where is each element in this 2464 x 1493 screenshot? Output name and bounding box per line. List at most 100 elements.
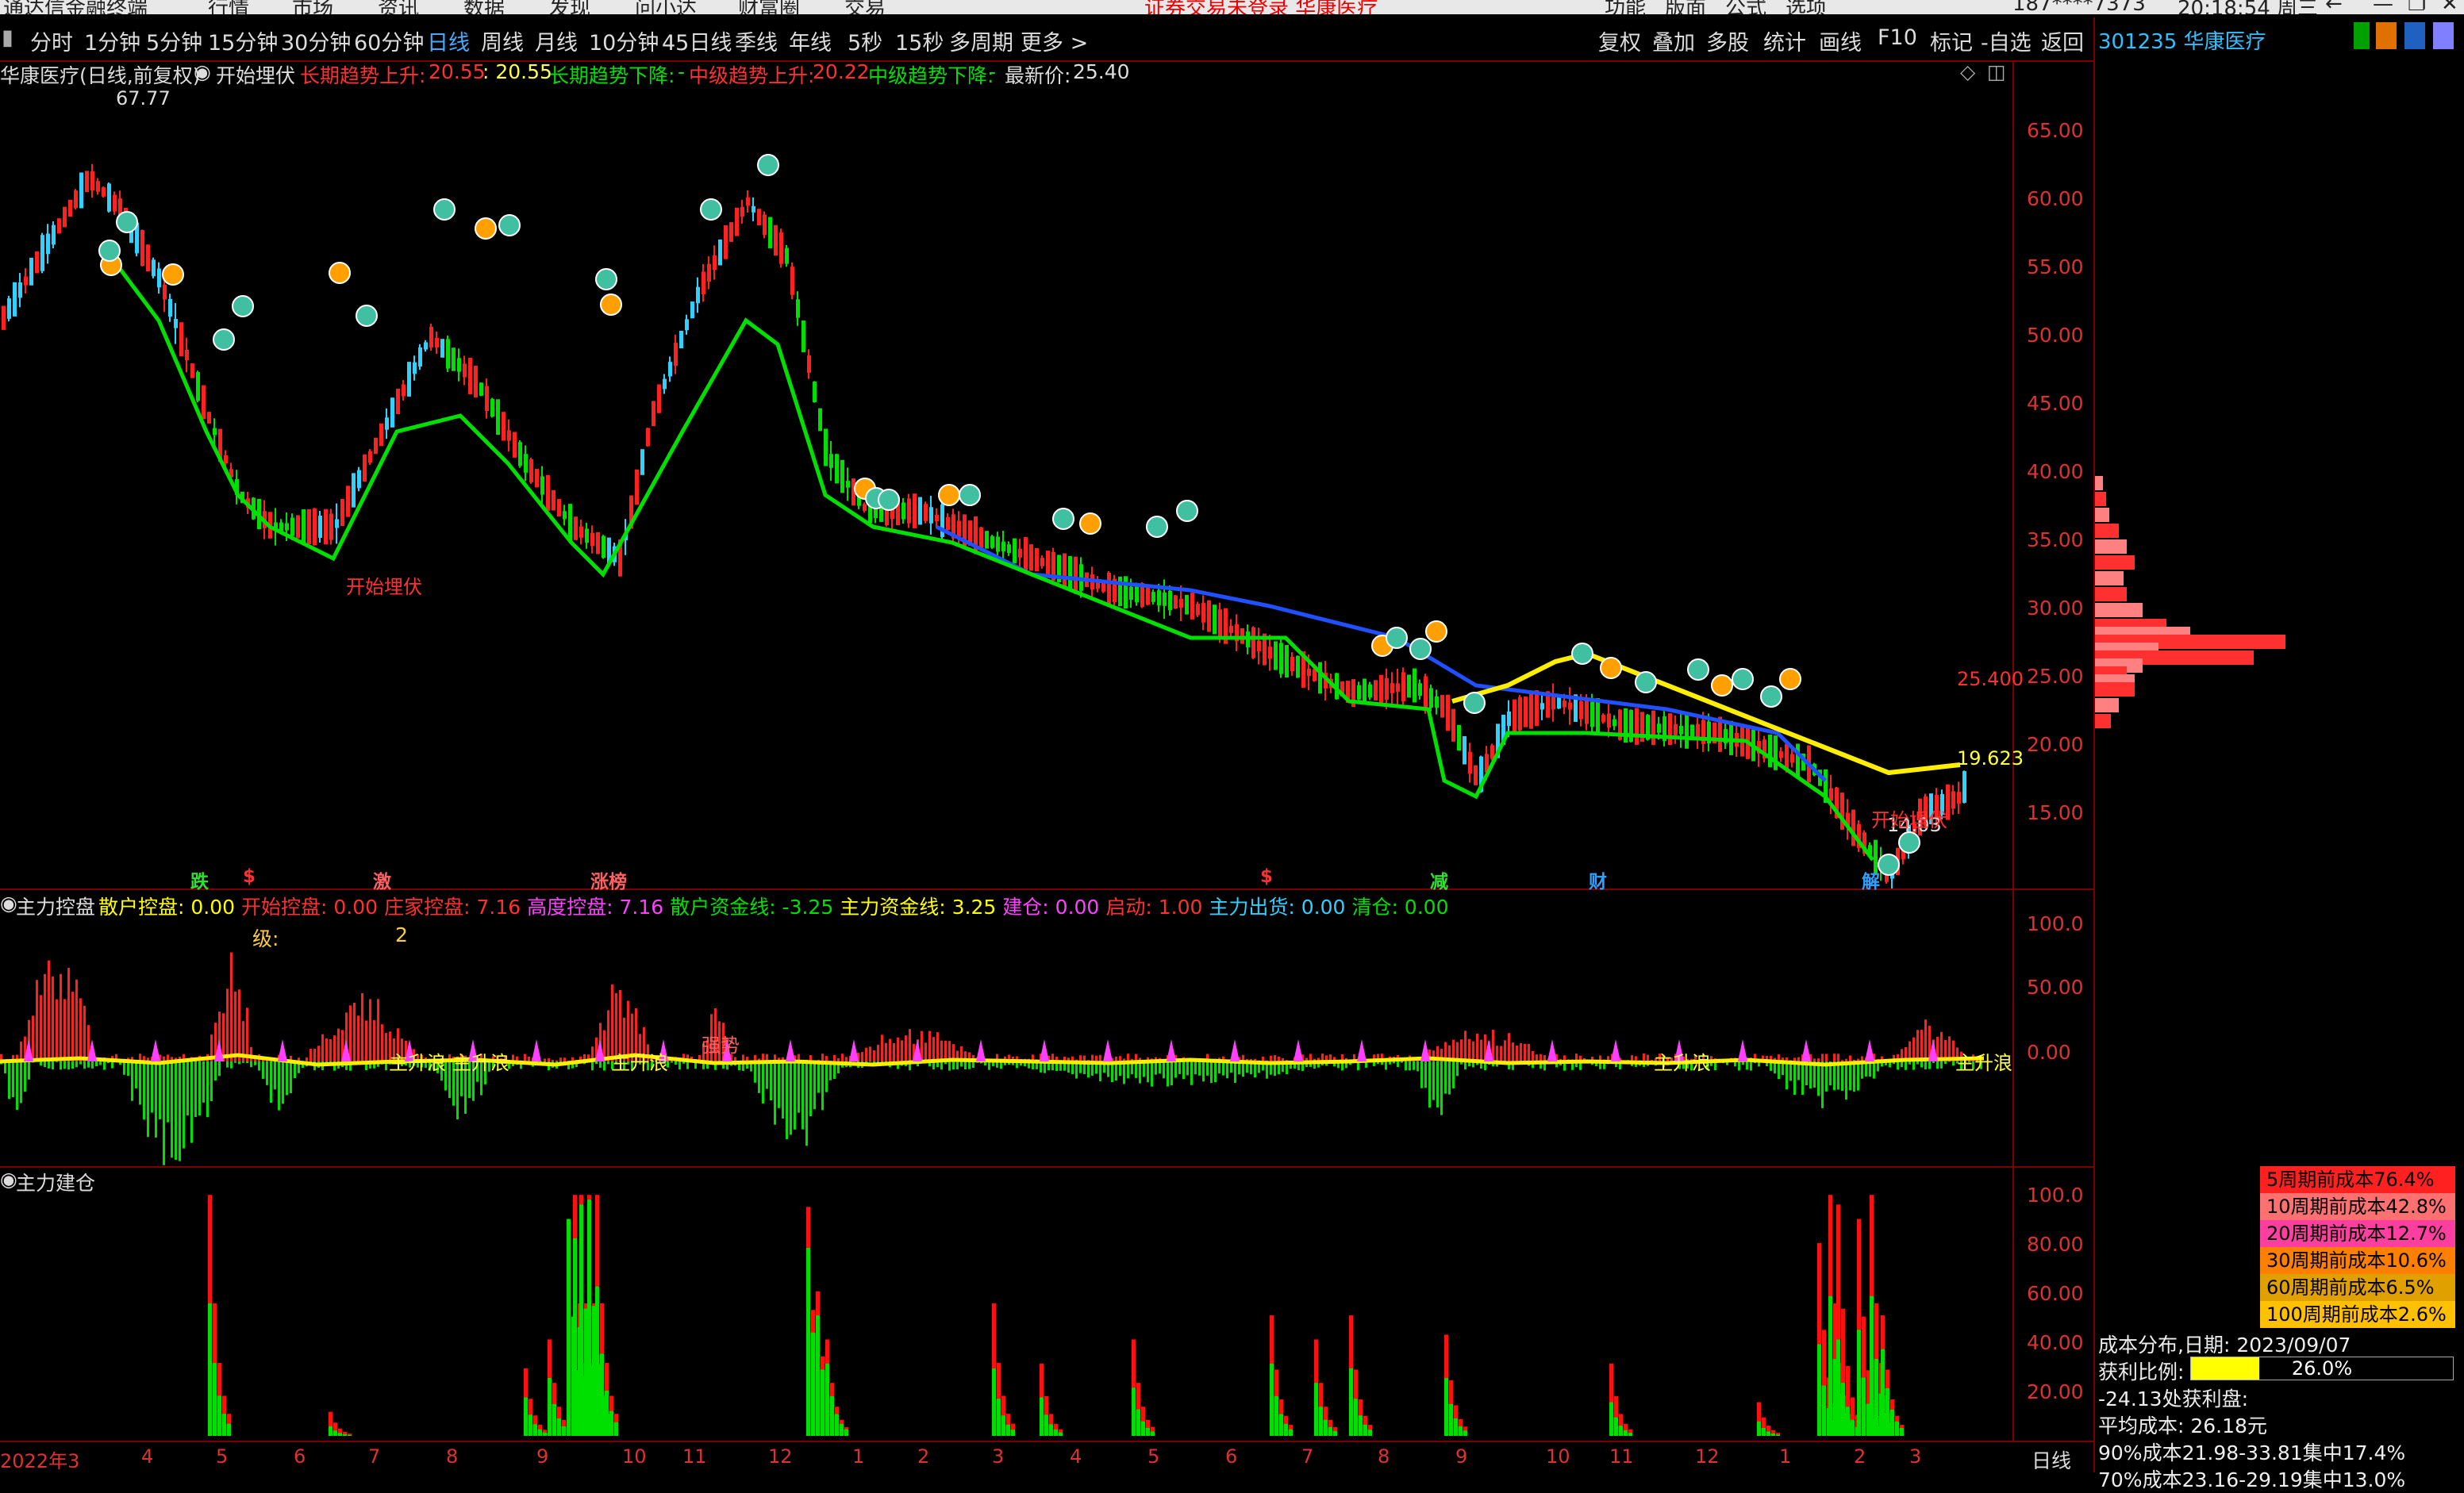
candle — [1407, 674, 1411, 697]
multi-stock-button[interactable]: 多股 — [1706, 25, 1749, 56]
candle — [1596, 698, 1600, 735]
accumulation-bar-green — [1895, 1422, 1899, 1436]
accumulation-bar-green — [1624, 1430, 1628, 1436]
date-tick: 11 — [1609, 1445, 1634, 1468]
candle — [574, 516, 578, 540]
menu-ask[interactable]: 问小达 — [635, 0, 697, 14]
list-icon[interactable] — [2404, 22, 2425, 49]
draw-button[interactable]: 画线 — [1819, 25, 1862, 56]
accumulation-bar-green — [1040, 1397, 1044, 1436]
candle — [1785, 744, 1789, 770]
restore-icon[interactable]: ❐ — [2408, 0, 2426, 14]
signal-row: 跌 $ 激 涨榜 $ 减 财 解 — [0, 866, 2012, 889]
candle — [1601, 715, 1605, 722]
grid-icon[interactable] — [2433, 22, 2454, 49]
signal-marker — [1688, 659, 1709, 680]
signal-marker — [1636, 672, 1656, 693]
avg-cost: 平均成本: 26.18元 — [2098, 1410, 2267, 1439]
sub1-tick: 100.0 — [2027, 912, 2084, 935]
menu-function[interactable]: 功能 — [1605, 0, 1646, 14]
window-icon[interactable]: ◫ — [1987, 60, 2006, 83]
sub2-legend: ◉ 主力建仓 — [0, 1168, 238, 1192]
sub1-tags: 主升浪 主升浪 主升浪 强势 主升浪 主升浪 — [0, 928, 2012, 1166]
candle — [207, 412, 211, 424]
accumulation-bar-green — [533, 1424, 537, 1436]
candlestick-chart[interactable] — [0, 83, 2012, 889]
accumulation-bar-green — [1132, 1387, 1136, 1436]
candle — [352, 473, 356, 507]
menu-quotes[interactable]: 行情 — [208, 0, 249, 14]
candle — [1674, 724, 1678, 735]
candle — [35, 251, 39, 273]
sub1-toggle[interactable]: ◉ — [0, 892, 17, 915]
stock-header: 301235 华康医疗 — [2095, 17, 2464, 60]
menu-wealth[interactable]: 财富圈 — [738, 0, 800, 14]
minimize-icon[interactable]: — — [2373, 0, 2393, 14]
candle — [1424, 676, 1428, 711]
accumulation-bar-green — [614, 1422, 618, 1436]
accumulation-bar-green — [816, 1315, 820, 1436]
overlay-button[interactable]: 叠加 — [1652, 25, 1695, 56]
chip-bar — [2095, 476, 2103, 490]
menu-market[interactable]: 市场 — [292, 0, 333, 14]
candle — [1179, 599, 1183, 608]
accumulation-bar-green — [1870, 1296, 1874, 1436]
stats-button[interactable]: 统计 — [1763, 25, 1806, 56]
menu-news[interactable]: 资讯 — [378, 0, 419, 14]
profit-value: 26.0% — [2191, 1357, 2453, 1380]
menu-trade[interactable]: 交易 — [844, 0, 886, 14]
trend-value: : 20.55 — [482, 60, 552, 83]
candle — [946, 517, 950, 530]
sub1-tick: 0.00 — [2027, 1041, 2071, 1064]
candle — [1535, 690, 1539, 726]
accumulation-bar-green — [1136, 1410, 1140, 1436]
menu-layout[interactable]: 版面 — [1665, 0, 1706, 14]
indicator-toggle[interactable]: ◉ — [194, 60, 211, 83]
menu-options[interactable]: 选项 — [1786, 0, 1827, 14]
stock-code-name: 301235 华康医疗 — [2098, 25, 2266, 55]
candle — [7, 298, 11, 319]
candle — [818, 409, 822, 432]
return-button[interactable]: 返回 — [2041, 25, 2084, 56]
diamond-icon[interactable]: ◇ — [1960, 60, 1975, 83]
sub1-value-item: 庄家控盘: 7.16 — [384, 896, 521, 919]
candle — [707, 264, 711, 282]
signal-marker — [1426, 621, 1447, 642]
menu-formula[interactable]: 公式 — [1725, 0, 1766, 14]
cost-row: 20周期前成本12.7% — [2260, 1220, 2455, 1247]
menu-data[interactable]: 数据 — [463, 0, 505, 14]
mini-chart-icon[interactable] — [2354, 22, 2370, 49]
accumulation-bar-green — [1049, 1424, 1053, 1436]
candle — [540, 476, 544, 494]
period-indicator[interactable]: 日线 — [2032, 1445, 2071, 1474]
ambush-annotation: 开始埋伏 — [346, 571, 422, 599]
price-tick: 25.00 — [2027, 665, 2084, 688]
accumulation-bar-green — [600, 1353, 604, 1436]
ambush-annotation-2: 开始埋伏 — [1871, 804, 1947, 832]
mark-button[interactable]: 标记 — [1930, 25, 1973, 56]
candle — [496, 399, 500, 435]
trend-tag: 主升浪 — [452, 1047, 509, 1075]
candle — [674, 343, 678, 366]
cost-70: 70%成本23.16-29.19集中13.0% — [2098, 1464, 2405, 1493]
flag-icon[interactable] — [2376, 22, 2397, 49]
accumulation-chart[interactable] — [0, 1190, 2012, 1441]
date-tick: 1 — [852, 1445, 864, 1468]
menu-discover[interactable]: 发现 — [549, 0, 590, 14]
candle — [768, 217, 772, 248]
watchlist-button[interactable]: -自选 — [1981, 25, 2032, 56]
candle — [1540, 703, 1544, 709]
close-icon[interactable]: ✕ — [2441, 0, 2458, 14]
candle — [1129, 587, 1133, 600]
candle — [357, 470, 361, 489]
candle — [1018, 549, 1022, 558]
f10-button[interactable]: F10 — [1878, 25, 1917, 50]
candle — [1590, 702, 1594, 727]
candle — [46, 233, 50, 254]
sub2-toggle[interactable]: ◉ — [0, 1168, 17, 1191]
back-icon[interactable]: ← — [2325, 0, 2343, 14]
candle — [1190, 593, 1194, 620]
adjust-button[interactable]: 复权 — [1598, 25, 1641, 56]
candle — [596, 532, 600, 555]
accumulation-bar-green — [1851, 1420, 1855, 1436]
